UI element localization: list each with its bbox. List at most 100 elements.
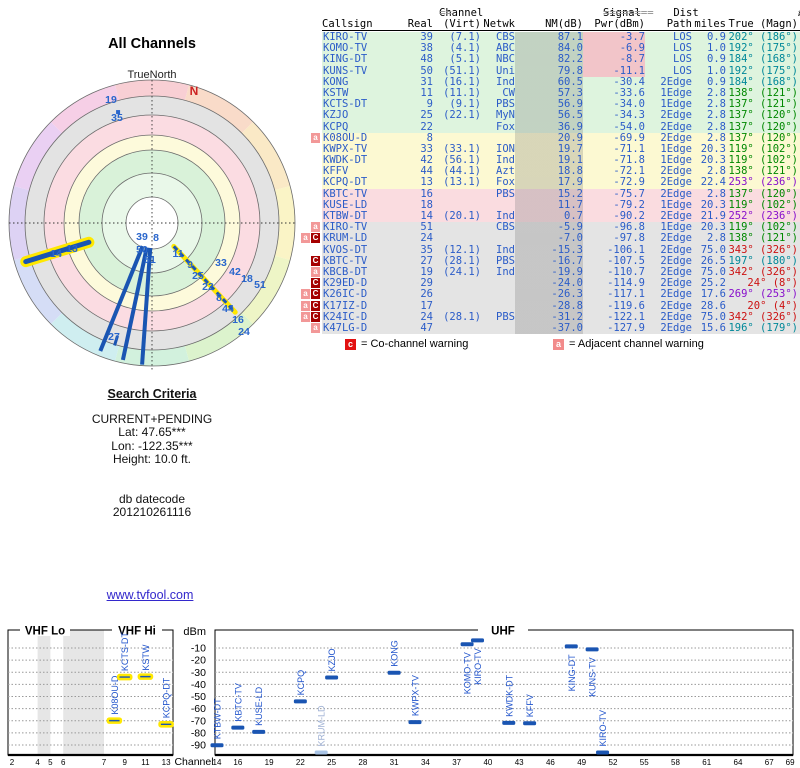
channel-tick-label: 13 bbox=[162, 758, 171, 767]
cell-virt: (5.1) bbox=[433, 54, 481, 66]
radar-channel-label: 42 bbox=[229, 266, 241, 278]
warning-markers bbox=[300, 244, 322, 256]
cell-callsign: KZJO bbox=[322, 110, 398, 122]
radar-channel-label: 16 bbox=[232, 314, 244, 326]
cell-callsign: KRUM-LD bbox=[322, 233, 398, 245]
cell-virt bbox=[433, 222, 481, 234]
adjacent-channel-warning-icon: a bbox=[311, 266, 320, 277]
col-pwr: Pwr(dBm) bbox=[594, 18, 645, 30]
cell-miles: 17.6 bbox=[692, 289, 726, 301]
cell-virt: (24.1) bbox=[433, 266, 481, 279]
cell-nm-db: -7.0 bbox=[515, 233, 583, 245]
col-azimuth: True (Magn) bbox=[728, 18, 798, 30]
warning-markers bbox=[300, 110, 322, 122]
channel-tick-label: 40 bbox=[483, 758, 492, 767]
cell-callsign: KCPQ-DT bbox=[322, 177, 398, 189]
cell-nm-db: -37.0 bbox=[515, 322, 583, 335]
compass-n-label: N bbox=[190, 84, 199, 98]
warning-markers bbox=[300, 155, 322, 167]
radar-channel-label: 19 bbox=[105, 94, 117, 106]
cell-pwr-dbm: -117.1 bbox=[583, 289, 645, 301]
adjacent-channel-legend: a = Adjacent channel warning bbox=[553, 338, 704, 350]
col-nm: NM(dB) bbox=[545, 18, 583, 30]
cell-virt bbox=[433, 289, 481, 301]
co-channel-warning-icon: C bbox=[311, 233, 320, 244]
table-row: KCPQ-DT 13 (13.1) Fox 17.9 -72.9 2Edge 22.4 253°… bbox=[300, 177, 800, 189]
tvfool-link[interactable]: www.tvfool.com bbox=[107, 588, 194, 602]
true-north-label: TrueNorth bbox=[127, 69, 176, 81]
signal-bar bbox=[158, 720, 174, 728]
dbm-tick-label: -70 bbox=[191, 715, 206, 727]
radar-channel-label: 22 bbox=[202, 281, 214, 293]
co-channel-warning-icon: c bbox=[345, 338, 356, 350]
channel-tick-label: 19 bbox=[265, 758, 274, 767]
cell-nm-db: 56.5 bbox=[515, 110, 583, 122]
radar-channel-label: 51 bbox=[144, 254, 156, 266]
warning-markers bbox=[300, 143, 322, 156]
signal-bar bbox=[564, 644, 578, 649]
bar-callsign-label: KWDK-DT bbox=[504, 674, 514, 716]
dbm-tick-label: -90 bbox=[191, 740, 206, 752]
signal-bar-chart: VHF Lo VHF Hi UHF dBm -10 -20 -30 -40 -50 -60 -70-… bbox=[0, 615, 800, 768]
bar-callsign-label: KZJO bbox=[327, 648, 337, 671]
warning-markers bbox=[300, 188, 322, 200]
cell-netwk: MyN bbox=[481, 110, 515, 122]
cell-callsign: K47LG-D bbox=[322, 322, 398, 335]
cell-virt: (20.1) bbox=[433, 210, 481, 223]
bar-callsign-label: KCTS-DT bbox=[120, 632, 130, 671]
channel-power-chart: VHF Lo VHF Hi UHFdBm-10-20-30-40-50-60-70-… bbox=[7, 624, 795, 768]
cell-netwk: CBS bbox=[481, 221, 515, 234]
warning-markers bbox=[300, 99, 322, 111]
cell-azimuth: 184° (168°) bbox=[726, 54, 800, 66]
cell-netwk bbox=[481, 289, 515, 301]
signal-bar bbox=[596, 750, 610, 755]
table-rows: KIRO-TV 39 (7.1) CBS 87.1 -3.7 LOS 0.9 202° (186… bbox=[300, 31, 800, 335]
tvfool-report-page: All Channels TrueNorth N 19 35 39 8 50 51 27 14 13 1… bbox=[0, 0, 800, 768]
warning-markers bbox=[300, 65, 322, 77]
cell-pwr-dbm: -8.7 bbox=[583, 54, 645, 66]
co-channel-warning-icon: C bbox=[311, 255, 320, 266]
cell-netwk: Ind bbox=[481, 266, 515, 279]
bar-callsign-label: KTBW-DT bbox=[213, 698, 223, 739]
cell-path: LOS bbox=[645, 54, 692, 66]
cell-path: 2Edge bbox=[645, 233, 692, 245]
bar-callsign-label: KUSE-LD bbox=[254, 686, 264, 726]
cell-netwk bbox=[481, 233, 515, 245]
radar-channel-label: 13 bbox=[66, 243, 78, 255]
signal-bar bbox=[116, 673, 133, 681]
co-channel-warning-icon: C bbox=[311, 289, 320, 300]
channel-tick-label: 52 bbox=[609, 758, 618, 767]
cell-virt bbox=[433, 278, 481, 290]
col-miles: miles bbox=[694, 18, 726, 30]
cell-real: 26 bbox=[398, 289, 433, 301]
table-row: KCPQ 22 Fox 36.9 -54.0 2Edge 2.8 137° (120°) bbox=[300, 121, 800, 133]
cell-azimuth: 269° (253°) bbox=[726, 289, 800, 301]
dbm-tick-label: -50 bbox=[191, 691, 206, 703]
signal-bar bbox=[106, 717, 123, 724]
warning-legend: c = Co-channel warning a = Adjacent chan… bbox=[300, 338, 800, 354]
search-mode: CURRENT+PENDING bbox=[91, 411, 213, 426]
warning-markers bbox=[300, 54, 322, 66]
signal-bar bbox=[523, 721, 537, 726]
adjacent-channel-warning-icon: a bbox=[301, 289, 310, 300]
adjacent-channel-warning-icon: a bbox=[553, 338, 564, 350]
channel-tick-label: 9 bbox=[122, 758, 127, 767]
cell-virt bbox=[433, 121, 481, 133]
signal-bar bbox=[252, 729, 266, 734]
bar-callsign-label: KSTW bbox=[141, 644, 151, 671]
cell-netwk bbox=[481, 322, 515, 335]
channel-tick-label: 64 bbox=[734, 758, 743, 767]
warning-markers: aC bbox=[300, 300, 322, 312]
adjacent-channel-warning-icon: a bbox=[311, 132, 320, 143]
warning-markers bbox=[300, 166, 322, 178]
signal-bar bbox=[471, 638, 484, 643]
warning-markers: C bbox=[300, 278, 322, 290]
cell-miles: 2.8 bbox=[692, 110, 726, 122]
channel-tick-label: 58 bbox=[671, 758, 680, 767]
channel-tick-label: 6 bbox=[61, 758, 66, 767]
warning-markers: a bbox=[300, 266, 322, 279]
cell-azimuth: 253° (236°) bbox=[726, 177, 800, 189]
channel-tick-label: 37 bbox=[452, 758, 461, 767]
latitude: Lat: 47.65*** bbox=[118, 425, 186, 439]
site-link-row: www.tvfool.com bbox=[0, 586, 300, 604]
